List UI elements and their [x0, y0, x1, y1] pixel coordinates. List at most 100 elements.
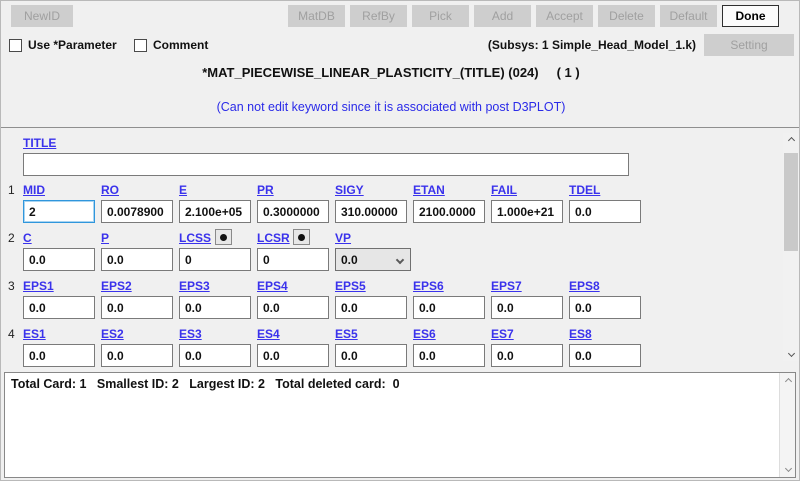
field-input-eps6[interactable]: [413, 296, 485, 319]
pick-button: Pick: [412, 5, 469, 27]
card-row-number: 4: [8, 327, 15, 341]
dot-icon: [298, 233, 305, 241]
summary-scrollbar-up-icon[interactable]: [780, 374, 796, 389]
field-input-es8[interactable]: [569, 344, 641, 367]
field-label-p[interactable]: P: [101, 231, 109, 245]
separator-line: [1, 127, 799, 128]
card-scrollbar[interactable]: [783, 133, 799, 361]
card-grid: TITLE 1 MID RO E PR SIGY ETAN FAIL TDEL 2C P LCSS LC…: [1, 129, 782, 372]
use-parameter-option[interactable]: Use *Parameter: [9, 38, 117, 52]
field-input-es5[interactable]: [335, 344, 407, 367]
matdb-button: MatDB: [288, 5, 345, 27]
field-label-es4[interactable]: ES4: [257, 327, 280, 341]
vp-dropdown-value: 0.0: [341, 252, 358, 267]
field-label-c[interactable]: C: [23, 231, 32, 245]
field-label-eps1[interactable]: EPS1: [23, 279, 54, 293]
field-input-eps1[interactable]: [23, 296, 95, 319]
field-label-es5[interactable]: ES5: [335, 327, 358, 341]
field-input-c[interactable]: [23, 248, 95, 271]
field-label-tdel[interactable]: TDEL: [569, 183, 600, 197]
summary-scrollbar-down-icon[interactable]: [780, 461, 796, 476]
keyword-title: *MAT_PIECEWISE_LINEAR_PLASTICITY_(TITLE)…: [1, 65, 781, 80]
keyword-count: ( 1 ): [556, 65, 580, 80]
field-label-ro[interactable]: RO: [101, 183, 119, 197]
field-input-etan[interactable]: [413, 200, 485, 223]
card-summary-text: Total Card: 1 Smallest ID: 2 Largest ID:…: [11, 377, 400, 391]
summary-scrollbar[interactable]: [779, 373, 795, 477]
setting-button: Setting: [704, 34, 794, 56]
field-label-lcss[interactable]: LCSS: [179, 231, 211, 245]
field-label-es1[interactable]: ES1: [23, 327, 46, 341]
field-input-eps5[interactable]: [335, 296, 407, 319]
newid-button: NewID: [11, 5, 73, 27]
field-label-eps6[interactable]: EPS6: [413, 279, 444, 293]
field-label-title[interactable]: TITLE: [23, 136, 56, 150]
field-label-fail[interactable]: FAIL: [491, 183, 517, 197]
field-input-eps3[interactable]: [179, 296, 251, 319]
vp-dropdown[interactable]: 0.0: [335, 248, 411, 271]
chevron-down-icon: [395, 255, 405, 264]
field-input-es2[interactable]: [101, 344, 173, 367]
field-input-es4[interactable]: [257, 344, 329, 367]
field-label-eps5[interactable]: EPS5: [335, 279, 366, 293]
card-row-number: 2: [8, 231, 15, 245]
curve-select-dot-button-lcss[interactable]: [215, 229, 232, 245]
field-input-e[interactable]: [179, 200, 251, 223]
field-label-es7[interactable]: ES7: [491, 327, 514, 341]
field-input-eps7[interactable]: [491, 296, 563, 319]
field-label-e[interactable]: E: [179, 183, 187, 197]
field-label-eps7[interactable]: EPS7: [491, 279, 522, 293]
field-input-pr[interactable]: [257, 200, 329, 223]
comment-checkbox[interactable]: [134, 38, 147, 52]
field-label-lcsr[interactable]: LCSR: [257, 231, 290, 245]
field-input-lcss[interactable]: [179, 248, 251, 271]
toolbar-button-group: MatDB RefBy Pick Add Accept Delete Defau…: [288, 5, 779, 27]
field-label-eps8[interactable]: EPS8: [569, 279, 600, 293]
scrollbar-down-icon[interactable]: [783, 346, 799, 361]
field-input-eps4[interactable]: [257, 296, 329, 319]
done-button[interactable]: Done: [722, 5, 779, 27]
refby-button: RefBy: [350, 5, 407, 27]
field-label-es6[interactable]: ES6: [413, 327, 436, 341]
scrollbar-thumb[interactable]: [784, 153, 798, 251]
field-label-eps3[interactable]: EPS3: [179, 279, 210, 293]
field-input-lcsr[interactable]: [257, 248, 329, 271]
field-input-fail[interactable]: [491, 200, 563, 223]
field-label-eps2[interactable]: EPS2: [101, 279, 132, 293]
field-input-es3[interactable]: [179, 344, 251, 367]
delete-button: Delete: [598, 5, 655, 27]
scrollbar-up-icon[interactable]: [783, 133, 799, 148]
comment-option[interactable]: Comment: [134, 38, 208, 52]
accept-button: Accept: [536, 5, 593, 27]
field-input-tdel[interactable]: [569, 200, 641, 223]
field-label-es3[interactable]: ES3: [179, 327, 202, 341]
default-button: Default: [660, 5, 717, 27]
field-input-eps2[interactable]: [101, 296, 173, 319]
comment-label: Comment: [153, 38, 209, 52]
use-parameter-checkbox[interactable]: [9, 38, 22, 52]
field-input-p[interactable]: [101, 248, 173, 271]
field-label-pr[interactable]: PR: [257, 183, 274, 197]
field-input-title[interactable]: [23, 153, 629, 176]
field-input-es7[interactable]: [491, 344, 563, 367]
field-label-sigy[interactable]: SIGY: [335, 183, 364, 197]
card-summary-panel: Total Card: 1 Smallest ID: 2 Largest ID:…: [4, 372, 796, 478]
field-label-eps4[interactable]: EPS4: [257, 279, 288, 293]
field-label-mid[interactable]: MID: [23, 183, 45, 197]
field-input-es1[interactable]: [23, 344, 95, 367]
field-label-es2[interactable]: ES2: [101, 327, 124, 341]
field-input-mid[interactable]: [23, 200, 95, 223]
keyword-name: *MAT_PIECEWISE_LINEAR_PLASTICITY_(TITLE)…: [202, 65, 539, 80]
field-input-sigy[interactable]: [335, 200, 407, 223]
field-input-eps8[interactable]: [569, 296, 641, 319]
field-label-vp[interactable]: VP: [335, 231, 351, 245]
dot-icon: [220, 233, 227, 241]
curve-select-dot-button-lcsr[interactable]: [293, 229, 310, 245]
keyword-editor-window: NewID MatDB RefBy Pick Add Accept Delete…: [0, 0, 800, 481]
field-input-ro[interactable]: [101, 200, 173, 223]
card-row-number: 3: [8, 279, 15, 293]
field-label-etan[interactable]: ETAN: [413, 183, 445, 197]
field-label-es8[interactable]: ES8: [569, 327, 592, 341]
keyword-lock-notice: (Can not edit keyword since it is associ…: [216, 100, 566, 114]
field-input-es6[interactable]: [413, 344, 485, 367]
